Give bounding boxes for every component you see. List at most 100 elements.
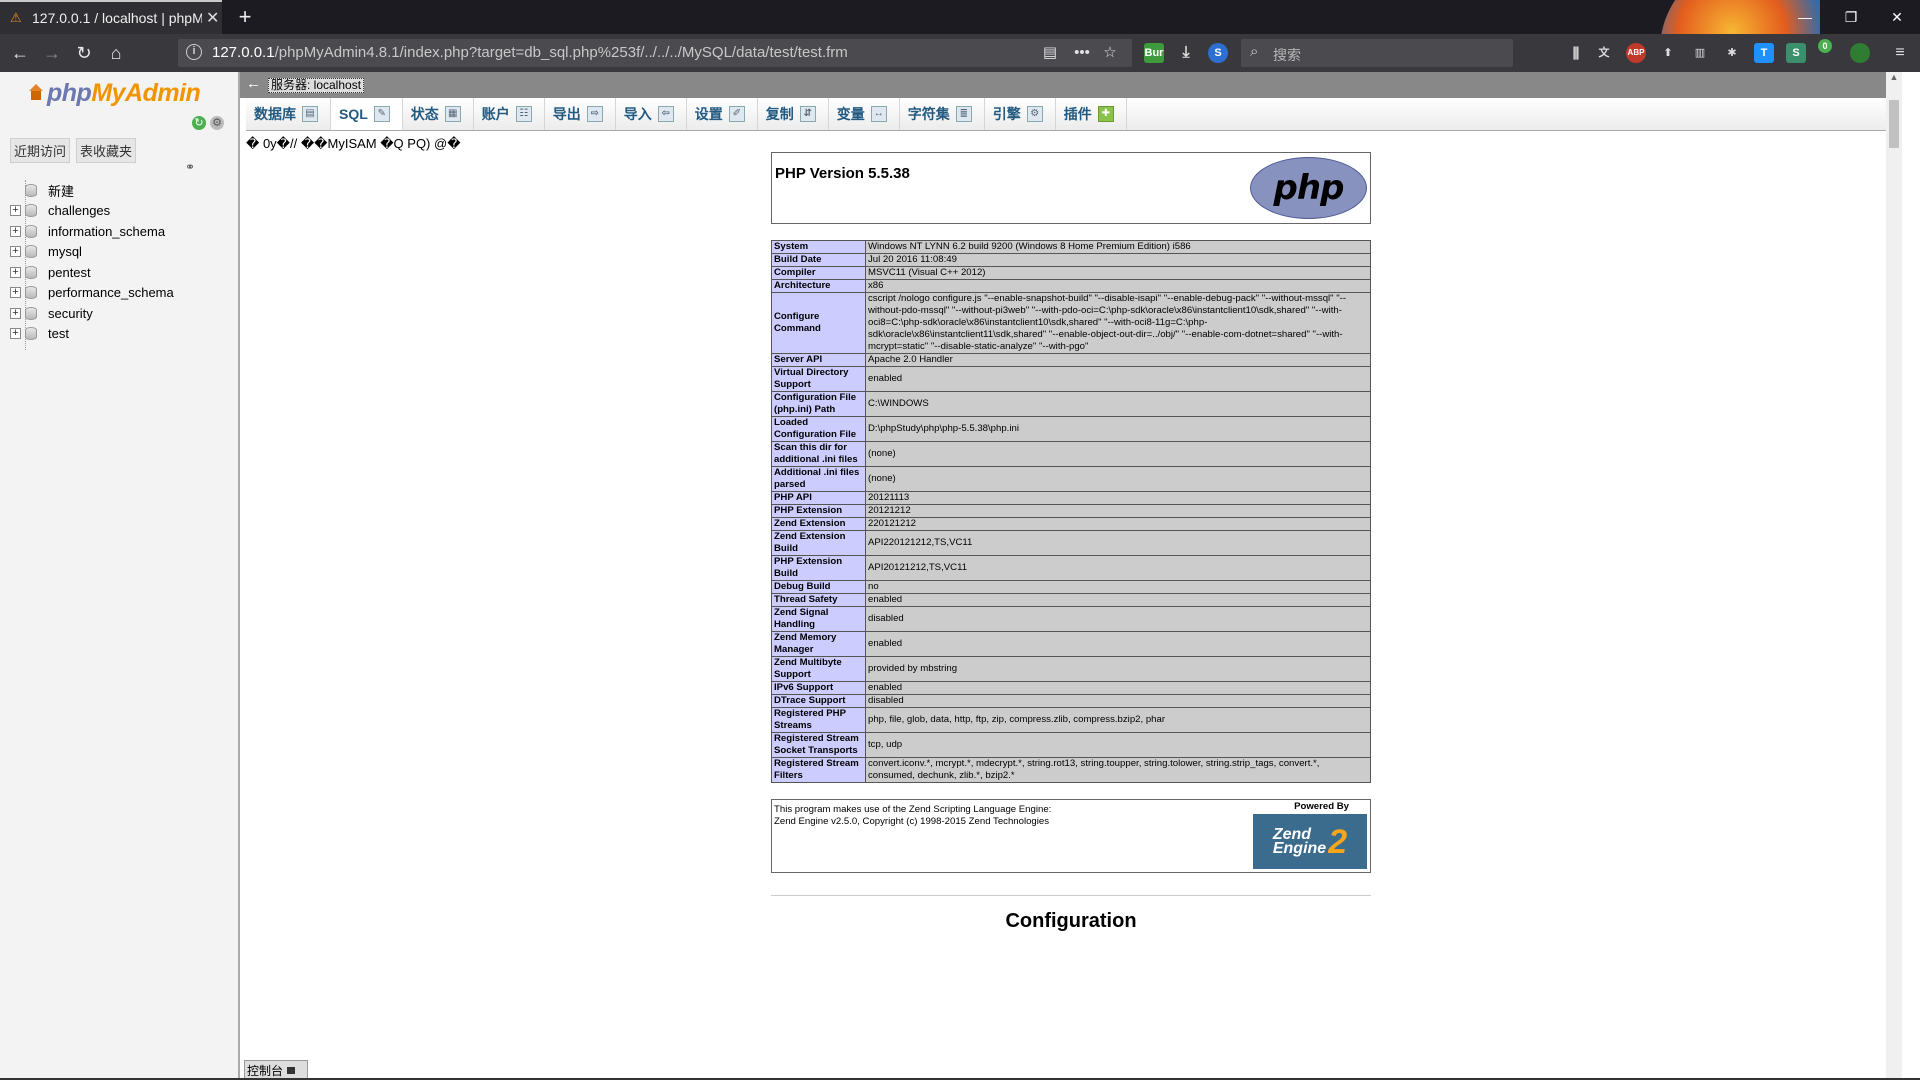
phpinfo-key: Thread Safety [771, 593, 866, 607]
t-extension-icon[interactable]: T [1754, 43, 1774, 63]
database-icon: ▤ [302, 106, 318, 122]
menu-hamburger-icon[interactable]: ≡ [1890, 43, 1910, 63]
accounts-icon: ☷ [515, 106, 532, 122]
expand-icon[interactable]: + [10, 266, 21, 278]
expand-icon[interactable]: + [10, 246, 21, 258]
phpinfo-row: Zend Memory Manager enabled [771, 631, 1371, 657]
phpinfo-key: PHP Extension [771, 504, 866, 518]
tab-replication[interactable]: 复制 ⇵ [758, 98, 829, 130]
tab-charsets[interactable]: 字符集 ≣ [900, 98, 985, 130]
export-icon: ⇨ [586, 106, 603, 122]
tab-databases[interactable]: 数据库 ▤ [246, 98, 331, 130]
tab-variables[interactable]: 变量 ↔ [829, 98, 900, 130]
phpinfo-value: Jul 20 2016 11:08:49 [865, 253, 1371, 267]
shield-icon[interactable] [1850, 43, 1870, 63]
settings-gear-icon[interactable]: ⚙ [210, 116, 224, 130]
expand-icon[interactable]: + [10, 205, 21, 217]
phpinfo-row: Loaded Configuration File D:\phpStudy\php… [771, 416, 1371, 442]
expand-icon[interactable]: + [10, 307, 21, 319]
search-box[interactable]: ⌕ 搜索 [1241, 39, 1513, 67]
scroll-thumb[interactable] [1889, 100, 1899, 148]
address-bar[interactable]: i 127.0.0.1/phpMyAdmin4.8.1/index.php?ta… [178, 39, 1132, 67]
close-window-button[interactable]: ✕ [1874, 0, 1920, 34]
zend-engine-logo[interactable]: Zend Engine 2 [1253, 814, 1367, 869]
expand-icon[interactable]: + [10, 225, 21, 237]
zend-line-1: This program makes use of the Zend Scrip… [774, 804, 1052, 815]
adblock-icon[interactable]: ABP [1626, 43, 1646, 63]
phpinfo-row: Zend Signal Handling disabled [771, 606, 1371, 632]
phpinfo-row: Configure Command cscript /nologo configu… [771, 292, 1371, 354]
bookmark-star-icon[interactable]: ☆ [1100, 43, 1120, 63]
browser-tab[interactable]: ⚠ 127.0.0.1 / localhost | phpMy ✕ [0, 0, 222, 34]
tab-sql[interactable]: SQL ✎ [331, 98, 403, 130]
phpinfo-output: PHP Version 5.5.38 php System Windows NT … [771, 152, 1371, 933]
tree-item-security[interactable]: + security [10, 303, 174, 324]
reload-navigation-icon[interactable]: ↻ [192, 116, 206, 130]
phpinfo-value: disabled [865, 694, 1371, 708]
url-text[interactable]: 127.0.0.1/phpMyAdmin4.8.1/index.php?targ… [212, 44, 848, 61]
phpinfo-key: Debug Build [771, 580, 866, 594]
s-extension-icon[interactable]: S [1208, 43, 1228, 63]
logo-myadmin: MyAdmin [91, 78, 201, 107]
burp-extension-icon[interactable]: Bur [1144, 43, 1164, 63]
close-tab-icon[interactable]: ✕ [206, 8, 219, 28]
tab-plugins[interactable]: 插件 ✚ [1056, 98, 1127, 130]
new-tab-button[interactable]: + [232, 4, 258, 30]
server-label[interactable]: 服务器: localhost [268, 78, 365, 93]
phpinfo-key: PHP API [771, 491, 866, 505]
phpinfo-value: enabled [865, 681, 1371, 695]
php-logo[interactable]: php [1250, 157, 1367, 219]
server-breadcrumb-bar: ← 服务器: localhost ⇱ [240, 72, 1902, 98]
plugin-puzzle-icon: ✚ [1097, 106, 1114, 122]
tab-status[interactable]: 状态 ▦ [403, 98, 474, 130]
tree-item-pentest[interactable]: + pentest [10, 262, 174, 283]
tree-item-challenges[interactable]: + challenges [10, 201, 174, 222]
puzzle-icon[interactable]: ✱ [1722, 43, 1742, 63]
site-info-icon[interactable]: i [186, 44, 202, 60]
divider [771, 895, 1371, 896]
page-scrollbar[interactable]: ▲ [1886, 72, 1902, 1080]
console-toggle[interactable]: 控制台 [244, 1060, 308, 1080]
translate-icon[interactable]: 文 [1594, 43, 1614, 63]
back-arrow-icon[interactable]: ← [246, 75, 261, 92]
tree-item-mysql[interactable]: + mysql [10, 242, 174, 263]
tree-item-information-schema[interactable]: + information_schema [10, 221, 174, 242]
tab-favorites[interactable]: 表收藏夹 [76, 138, 137, 163]
tree-item-test[interactable]: + test [10, 324, 174, 345]
tab-title: 127.0.0.1 / localhost | phpMy [32, 10, 202, 26]
link-chain-icon[interactable]: ⚭ [185, 160, 195, 174]
phpinfo-key: Compiler [771, 266, 866, 280]
nav-tabs: 近期访问 表收藏夹 [10, 138, 137, 163]
library-icon[interactable]: ⫼ [1566, 43, 1586, 63]
configuration-heading: Configuration [1005, 910, 1137, 932]
tab-recent[interactable]: 近期访问 [10, 138, 71, 163]
reader-view-icon[interactable]: ▤ [1040, 43, 1060, 63]
tree-item-new[interactable]: 新建 [10, 180, 174, 201]
scroll-up-arrow-icon[interactable]: ▲ [1886, 72, 1902, 86]
page-actions-icon[interactable]: ••• [1072, 43, 1092, 63]
s-green-extension-icon[interactable]: S [1786, 43, 1806, 63]
forward-arrow-icon[interactable]: → [40, 41, 64, 65]
tab-import[interactable]: 导入 ⇦ [616, 98, 687, 130]
phpinfo-row: IPv6 Support enabled [771, 681, 1371, 695]
tree-item-performance-schema[interactable]: + performance_schema [10, 283, 174, 304]
logo-php: php [47, 78, 92, 107]
browser-tab-bar: ⚠ 127.0.0.1 / localhost | phpMy ✕ + — ❐ … [0, 0, 1920, 72]
tab-engines[interactable]: 引擎 ⚙ [985, 98, 1056, 130]
download-icon[interactable]: ⤓ [1176, 43, 1196, 63]
sidebar-icon[interactable]: ▥ [1690, 43, 1710, 63]
extension-icon[interactable]: ⬆ [1658, 43, 1678, 63]
back-arrow-icon[interactable]: ← [8, 41, 32, 65]
phpmyadmin-logo[interactable]: phpMyAdmin [28, 78, 201, 108]
phpinfo-value: Apache 2.0 Handler [865, 353, 1371, 367]
minimize-button[interactable]: — [1782, 0, 1828, 34]
tab-accounts[interactable]: 账户 ☷ [474, 98, 545, 130]
phpinfo-value: API20121212,TS,VC11 [865, 555, 1371, 581]
maximize-button[interactable]: ❐ [1828, 0, 1874, 34]
expand-icon[interactable]: + [10, 287, 21, 299]
tab-export[interactable]: 导出 ⇨ [545, 98, 616, 130]
reload-icon[interactable]: ↻ [72, 41, 96, 65]
tab-settings[interactable]: 设置 ✐ [687, 98, 758, 130]
expand-icon[interactable]: + [10, 328, 21, 340]
home-icon[interactable]: ⌂ [104, 41, 128, 65]
